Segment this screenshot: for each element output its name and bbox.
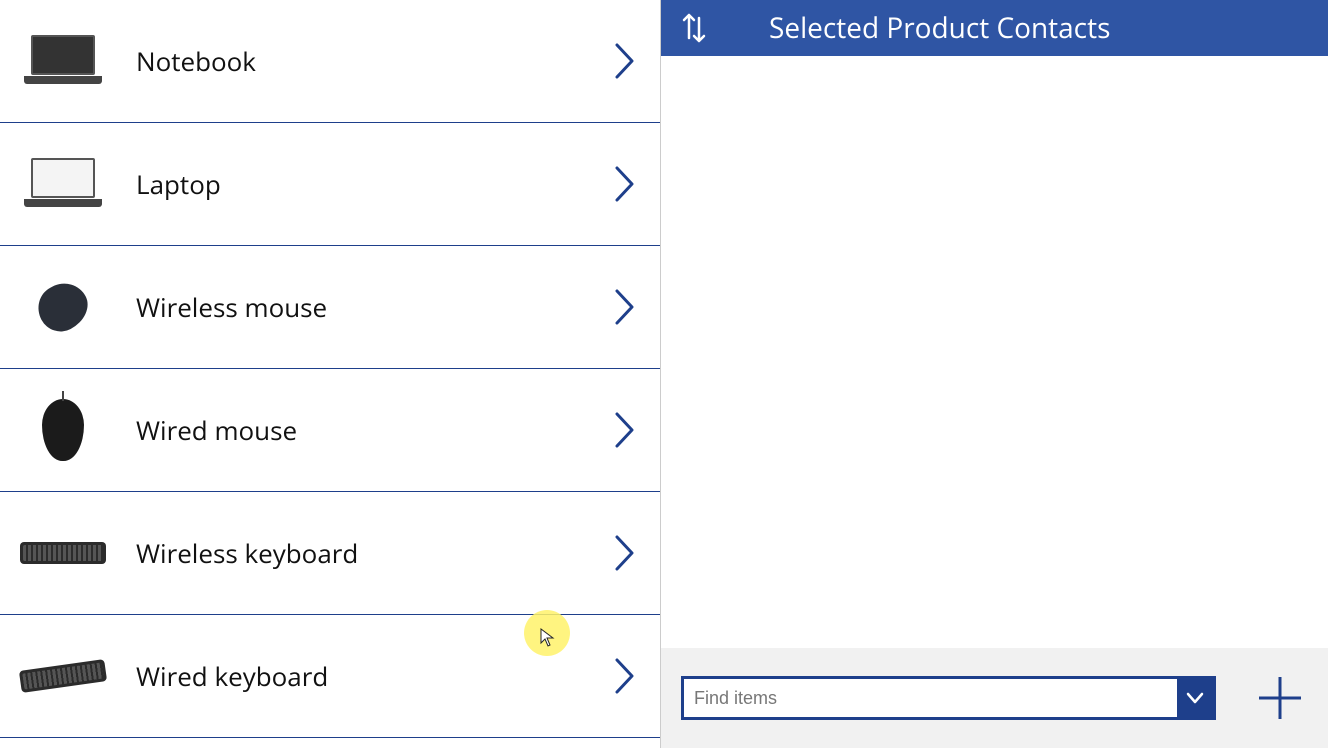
chevron-right-icon bbox=[614, 42, 636, 80]
product-thumb bbox=[18, 26, 108, 96]
product-label: Notebook bbox=[136, 43, 614, 79]
contacts-body[interactable] bbox=[661, 56, 1328, 648]
chevron-right-icon bbox=[614, 657, 636, 695]
product-list[interactable]: Notebook Laptop Wireless mouse Wired mouse W… bbox=[0, 0, 660, 748]
product-row[interactable]: Wireless keyboard bbox=[0, 492, 660, 615]
product-thumb bbox=[18, 518, 108, 588]
product-row[interactable]: Wireless mouse bbox=[0, 246, 660, 369]
product-label: Laptop bbox=[136, 166, 614, 202]
product-thumb bbox=[18, 149, 108, 219]
chevron-right-icon bbox=[614, 411, 636, 449]
product-row[interactable]: Wired mouse bbox=[0, 369, 660, 492]
product-label: Wireless keyboard bbox=[136, 535, 614, 571]
product-label: Wired keyboard bbox=[136, 658, 614, 694]
product-row[interactable]: Wired keyboard bbox=[0, 615, 660, 738]
sort-icon[interactable] bbox=[679, 10, 709, 46]
product-thumb bbox=[18, 641, 108, 711]
product-thumb bbox=[18, 395, 108, 465]
contacts-header: Selected Product Contacts bbox=[661, 0, 1328, 56]
product-row[interactable]: Notebook bbox=[0, 0, 660, 123]
contacts-pane: Selected Product Contacts bbox=[660, 0, 1328, 748]
chevron-right-icon bbox=[614, 288, 636, 326]
product-label: Wireless mouse bbox=[136, 289, 614, 325]
product-thumb bbox=[18, 272, 108, 342]
find-items-combo[interactable] bbox=[681, 676, 1216, 720]
find-items-input[interactable] bbox=[684, 679, 1177, 717]
product-label: Wired mouse bbox=[136, 412, 614, 448]
add-button[interactable] bbox=[1256, 674, 1304, 722]
product-row[interactable]: Laptop bbox=[0, 123, 660, 246]
contacts-title: Selected Product Contacts bbox=[769, 9, 1328, 47]
chevron-right-icon bbox=[614, 534, 636, 572]
chevron-down-icon[interactable] bbox=[1177, 679, 1213, 717]
contacts-footer bbox=[661, 648, 1328, 748]
chevron-right-icon bbox=[614, 165, 636, 203]
app-root: Notebook Laptop Wireless mouse Wired mouse W… bbox=[0, 0, 1328, 748]
